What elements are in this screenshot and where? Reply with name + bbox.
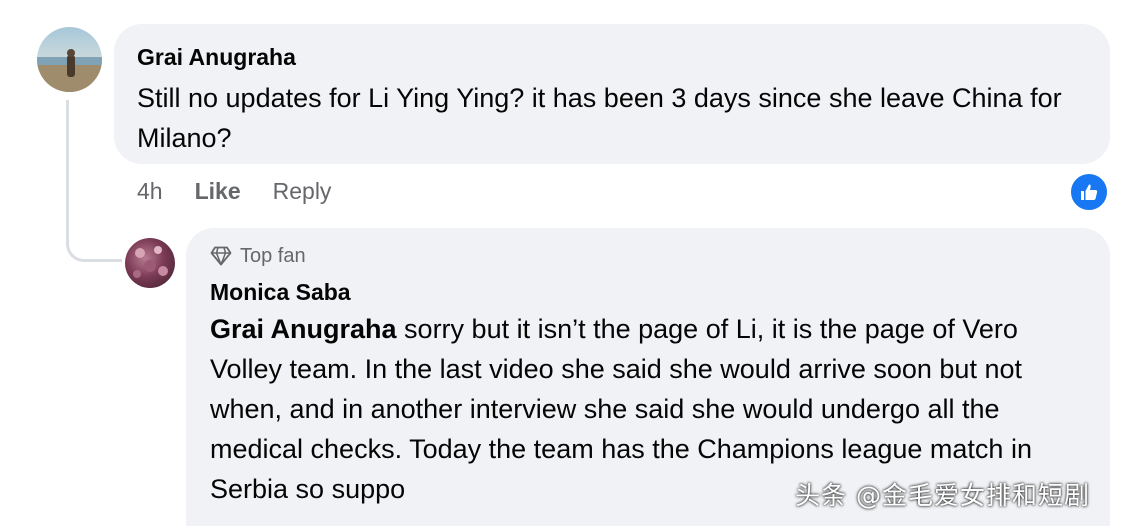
comment-thread: Grai Anugraha Still no updates for Li Yi…: [0, 0, 1136, 526]
reply-button[interactable]: Reply: [273, 178, 332, 205]
thumbs-up-icon: [1081, 184, 1098, 200]
comment-text: Still no updates for Li Ying Ying? it ha…: [137, 83, 1062, 153]
reaction-badge[interactable]: [1069, 172, 1109, 212]
comment-author[interactable]: Grai Anugraha: [137, 42, 1086, 72]
diamond-icon: [210, 246, 232, 266]
avatar[interactable]: [37, 27, 102, 92]
watermark: 头条 @金毛爱女排和短剧: [795, 481, 1090, 510]
top-fan-badge: Top fan: [210, 242, 1086, 270]
avatar-photo: [37, 49, 102, 92]
comment-bubble: Grai Anugraha Still no updates for Li Yi…: [114, 24, 1110, 164]
top-fan-label: Top fan: [240, 244, 306, 267]
comment-actions: 4h Like Reply: [137, 178, 363, 205]
reply-avatar[interactable]: [125, 238, 175, 288]
mention-link[interactable]: Grai Anugraha: [210, 314, 397, 344]
avatar-photo: [133, 246, 168, 278]
comment-timestamp[interactable]: 4h: [137, 178, 163, 205]
like-button[interactable]: Like: [195, 178, 241, 205]
reply-author[interactable]: Monica Saba: [210, 277, 1086, 307]
